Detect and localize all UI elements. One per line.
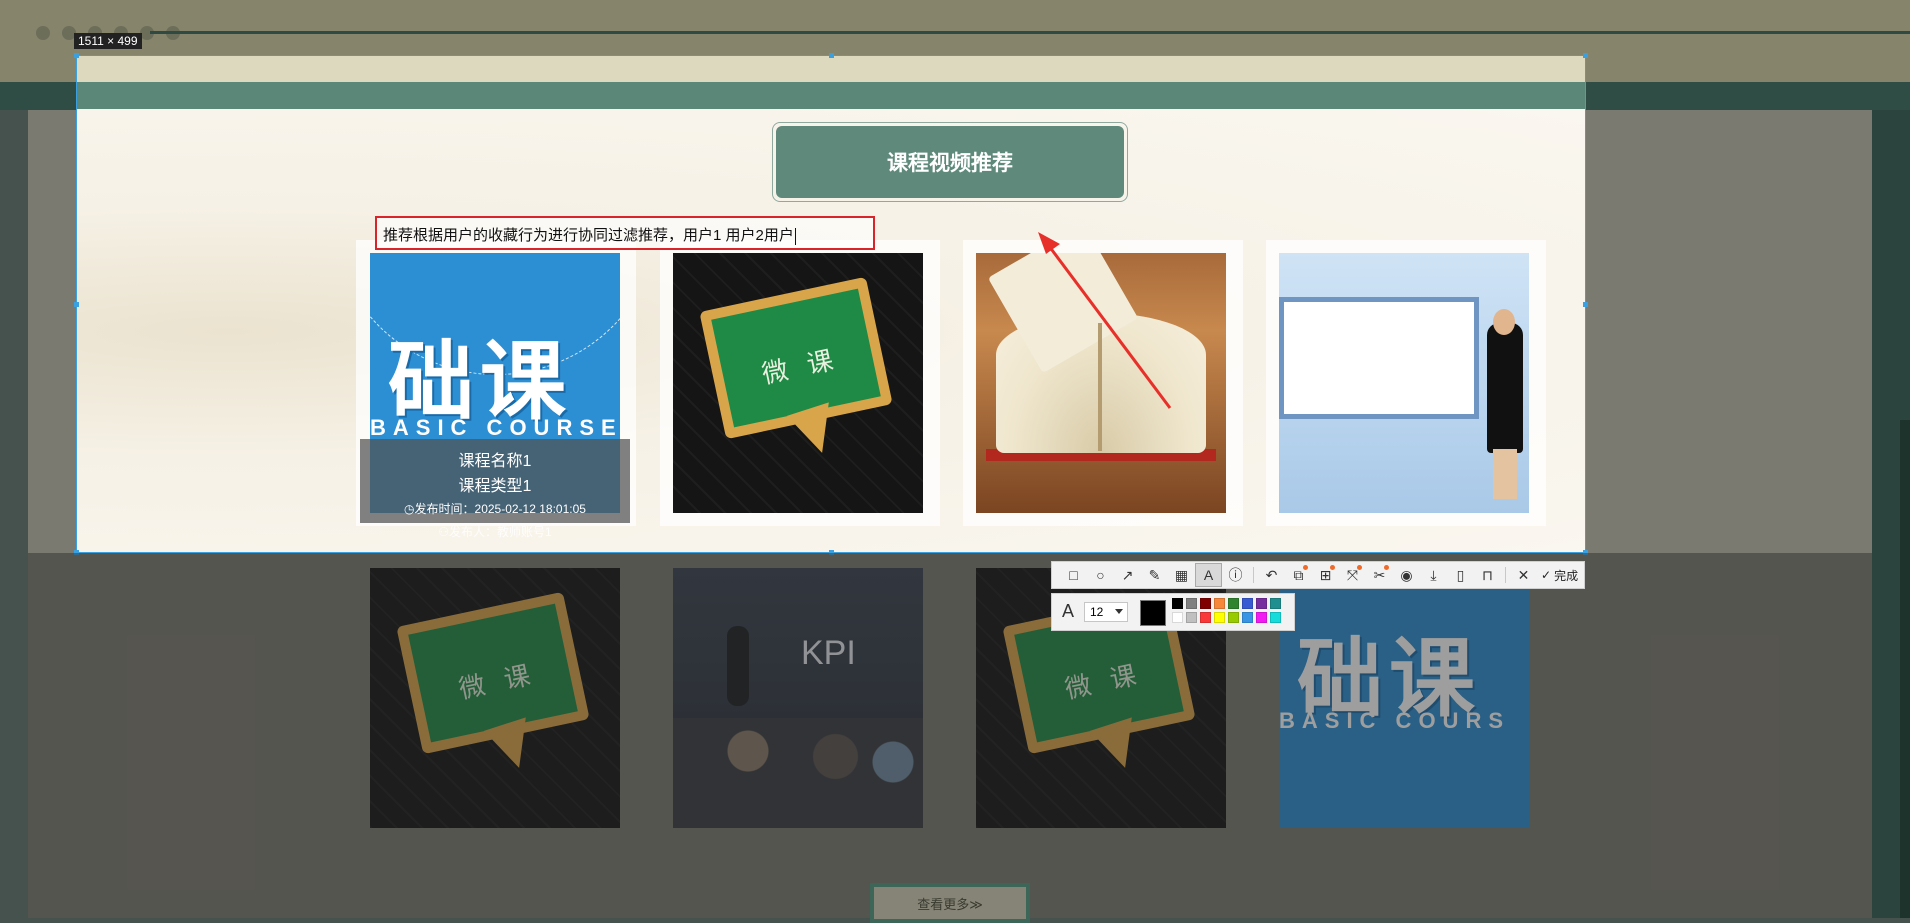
publisher-text: 发布人：教师账号1: [449, 525, 552, 539]
section-title: 课程视频推荐: [776, 126, 1124, 198]
font-size-value: 12: [1090, 605, 1104, 619]
pen-tool-icon[interactable]: ✎: [1141, 563, 1168, 587]
thumbnail-small-text: BASIC COURSE: [370, 415, 620, 440]
annotation-text[interactable]: 推荐根据用户的收藏行为进行协同过滤推荐，用户1 用户2用户: [383, 224, 796, 245]
font-size-icon: A: [1062, 601, 1075, 621]
presentation-screen: [1279, 297, 1479, 419]
arrow-tool-icon[interactable]: ↗: [1114, 563, 1141, 587]
check-icon: ✓: [1541, 568, 1552, 582]
selection-nav-band: [77, 82, 1585, 109]
rectangle-tool-icon[interactable]: □: [1060, 563, 1087, 587]
course-card-2[interactable]: 微课: [673, 253, 923, 513]
scroll-capture-icon[interactable]: ⤧: [1339, 563, 1366, 587]
save-device-icon[interactable]: ▯: [1447, 563, 1474, 587]
color-swatch[interactable]: [1186, 612, 1197, 623]
resize-handle-tl[interactable]: [74, 53, 79, 58]
ellipse-tool-icon[interactable]: ○: [1087, 563, 1114, 587]
ocr-icon[interactable]: ⊞: [1312, 563, 1339, 587]
outside-dim-mask: [28, 553, 1872, 918]
color-swatch[interactable]: [1242, 598, 1253, 609]
record-icon[interactable]: ◉: [1393, 563, 1420, 587]
view-more-button[interactable]: 查看更多≫: [870, 883, 1030, 923]
selection-size-label: 1511 × 499: [74, 33, 142, 49]
undo-icon[interactable]: ↶: [1258, 563, 1285, 587]
selection-top-band: [77, 56, 1585, 82]
color-swatch[interactable]: [1228, 598, 1239, 609]
presenter-head: [1493, 309, 1515, 335]
color-swatch[interactable]: [1200, 598, 1211, 609]
text-caret: [794, 227, 796, 245]
course-hover-overlay[interactable]: 课程名称1 课程类型1 ◷发布时间：2025-02-12 18:01:05 ⚇发…: [360, 439, 630, 539]
resize-handle-t[interactable]: [829, 53, 834, 58]
color-swatch[interactable]: [1172, 612, 1183, 623]
text-settings-bar: A 12: [1051, 593, 1295, 631]
clock-icon: ◷: [404, 502, 415, 516]
course-thumbnail-teacher: [1279, 253, 1529, 513]
course-name: 课程名称1: [458, 453, 532, 470]
color-swatch[interactable]: [1270, 612, 1281, 623]
color-swatch[interactable]: [1186, 598, 1197, 609]
cancel-icon[interactable]: ✕: [1510, 563, 1537, 587]
color-swatch[interactable]: [1200, 612, 1211, 623]
color-swatch[interactable]: [1172, 598, 1183, 609]
serial-number-tool-icon[interactable]: ⓘ: [1222, 563, 1249, 587]
done-label: 完成: [1554, 568, 1579, 583]
bookmark-icon[interactable]: ⊓: [1474, 563, 1501, 587]
pin-icon[interactable]: ⧉: [1285, 563, 1312, 587]
course-type: 课程类型1: [458, 478, 532, 495]
color-swatch[interactable]: [1214, 598, 1225, 609]
toolbar-divider: [1253, 567, 1254, 583]
color-swatch[interactable]: [1256, 612, 1267, 623]
download-icon[interactable]: ⤓: [1420, 563, 1447, 587]
toolbar-divider: [1505, 567, 1506, 583]
mosaic-tool-icon[interactable]: ▦: [1168, 563, 1195, 587]
presenter-body: [1487, 323, 1523, 453]
capture-toolbar: □ ○ ↗ ✎ ▦ A ⓘ ↶ ⧉ ⊞ ⤧ ✂ ◉ ⤓ ▯ ⊓ ✕ ✓ 完成: [1051, 561, 1585, 589]
resize-handle-r[interactable]: [1583, 302, 1588, 307]
color-swatch[interactable]: [1228, 612, 1239, 623]
course-publish-time: ◷发布时间：2025-02-12 18:01:05: [360, 500, 630, 517]
done-button[interactable]: ✓ 完成: [1541, 567, 1578, 584]
color-swatch[interactable]: [1256, 598, 1267, 609]
presenter-legs: [1493, 449, 1517, 499]
header-divider: [150, 31, 1910, 34]
course-card-4[interactable]: [1279, 253, 1529, 513]
color-swatch[interactable]: [1242, 612, 1253, 623]
course-publisher: ⚇发布人：教师账号1: [360, 523, 630, 540]
current-color-swatch[interactable]: [1140, 600, 1166, 626]
annotation-arrow[interactable]: [1030, 230, 1190, 420]
resize-handle-l[interactable]: [74, 302, 79, 307]
color-swatch[interactable]: [1270, 598, 1281, 609]
annotation-text-box[interactable]: 推荐根据用户的收藏行为进行协同过滤推荐，用户1 用户2用户: [375, 216, 875, 250]
resize-handle-tr[interactable]: [1583, 53, 1588, 58]
translate-icon[interactable]: ✂: [1366, 563, 1393, 587]
color-palette: [1172, 598, 1281, 623]
text-tool-icon[interactable]: A: [1195, 563, 1222, 587]
course-card-1[interactable]: 础课 BASIC COURSE 课程名称1 课程类型1 ◷发布时间：2025-0…: [360, 253, 630, 539]
annotation-text-content: 推荐根据用户的收藏行为进行协同过滤推荐，用户1 用户2用户: [383, 227, 794, 244]
color-swatch[interactable]: [1214, 612, 1225, 623]
chevron-down-icon: [1115, 609, 1123, 614]
font-size-select[interactable]: 12: [1084, 602, 1128, 622]
page-scrollbar[interactable]: [1900, 420, 1910, 918]
course-thumbnail-chalkboard: 微课: [673, 253, 923, 513]
user-icon: ⚇: [438, 525, 450, 539]
publish-time-text: 发布时间：2025-02-12 18:01:05: [414, 502, 586, 516]
